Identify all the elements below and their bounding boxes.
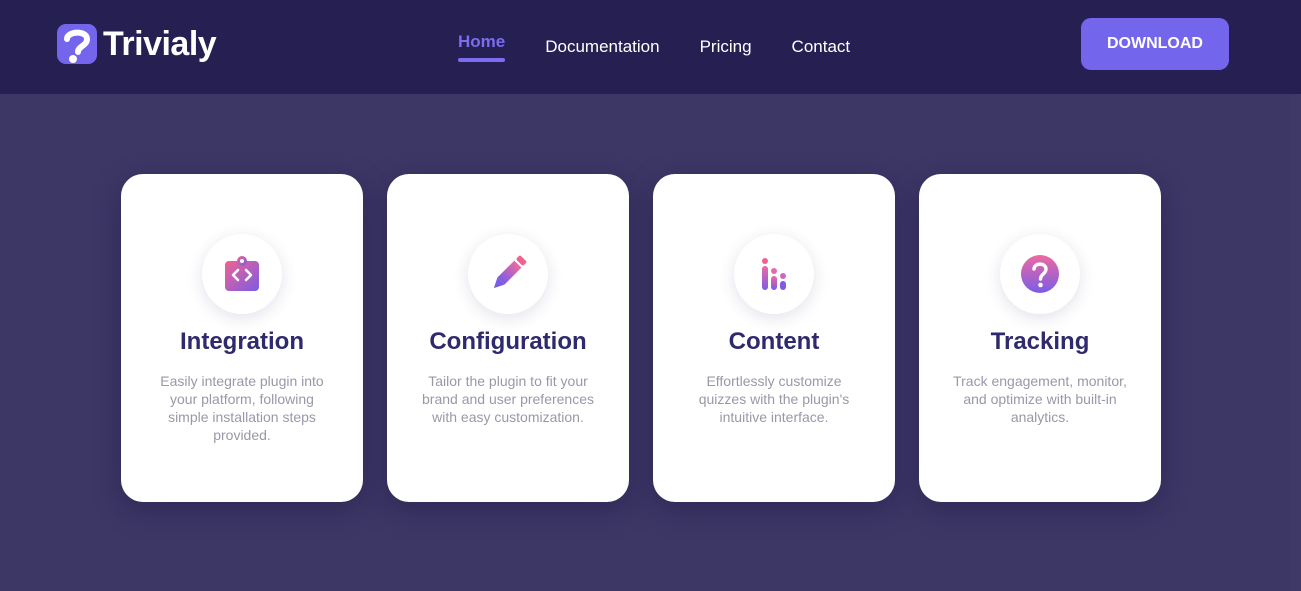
feature-description: Track engagement, monitor, and optimize …	[953, 373, 1127, 425]
top-navbar: Trivialy Home Documentation Pricing Cont…	[0, 0, 1301, 94]
feature-icon-badge	[734, 234, 814, 314]
feature-card-configuration: Configuration Tailor the plugin to fit y…	[387, 174, 629, 502]
feature-icon-badge	[468, 234, 548, 314]
feature-card-content: Content Effortlessly customize quizzes w…	[653, 174, 895, 502]
feature-title: Content	[728, 328, 820, 355]
feature-title: Integration	[180, 328, 304, 355]
nav-link-home[interactable]: Home	[458, 32, 506, 62]
bar-chart-icon	[762, 258, 786, 290]
question-circle-icon	[1021, 255, 1059, 293]
feature-description: Easily integrate plugin into your platfo…	[160, 373, 324, 443]
features-section: Integration Easily integrate plugin into…	[121, 174, 1161, 502]
code-clipboard-icon	[225, 256, 259, 291]
download-button[interactable]: DOWNLOAD	[1081, 18, 1229, 70]
nav-link-contact[interactable]: Contact	[792, 37, 851, 57]
nav-link-pricing[interactable]: Pricing	[700, 37, 752, 57]
main-nav: Home Documentation Pricing Contact	[458, 0, 850, 94]
feature-description: Tailor the plugin to fit your brand and …	[422, 373, 594, 425]
feature-card-tracking: Tracking Track engagement, monitor, and …	[919, 174, 1161, 502]
feature-icon-badge	[202, 234, 282, 314]
feature-description: Effortlessly customize quizzes with the …	[698, 373, 850, 425]
nav-link-documentation[interactable]: Documentation	[545, 37, 659, 57]
feature-card-integration: Integration Easily integrate plugin into…	[121, 174, 363, 502]
feature-icon-badge	[1000, 234, 1080, 314]
pencil-icon	[493, 255, 527, 289]
page-scrollbar[interactable]	[1291, 94, 1301, 591]
feature-title: Tracking	[990, 328, 1090, 355]
feature-title: Configuration	[429, 328, 587, 355]
brand-name: Trivialy	[103, 24, 217, 63]
question-mark-logo-icon	[57, 24, 97, 64]
brand-logo[interactable]: Trivialy	[57, 24, 217, 64]
